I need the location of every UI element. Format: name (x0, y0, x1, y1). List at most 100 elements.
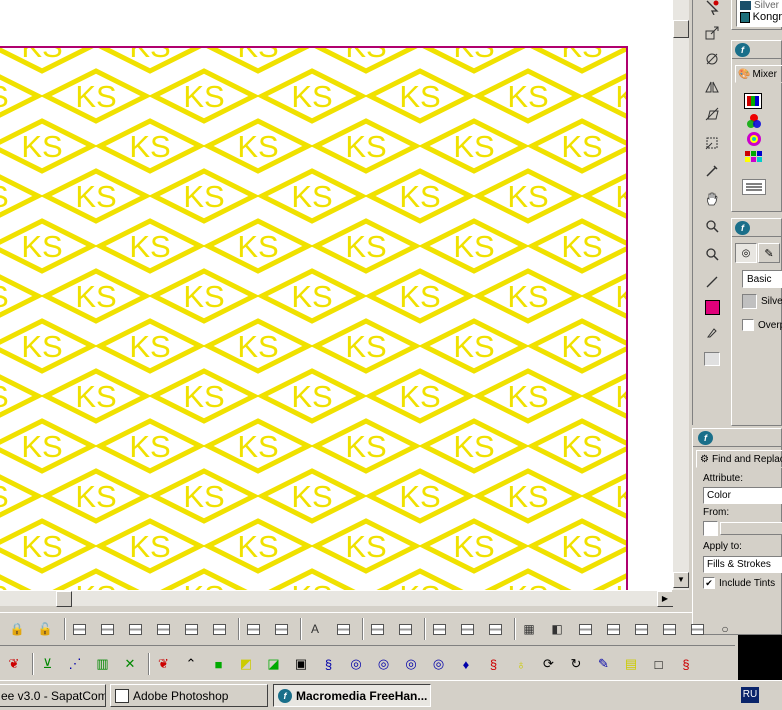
line-icon[interactable] (701, 271, 723, 293)
frame-icon[interactable]: ▣ (291, 654, 311, 674)
circle-icon[interactable]: ○ (716, 620, 734, 638)
transform-icon[interactable] (368, 620, 386, 638)
shadow-icon[interactable]: ♦ (456, 654, 476, 674)
smudge-icon[interactable]: ♁ (511, 654, 531, 674)
rotate-xtra-icon[interactable]: ↻ (566, 654, 586, 674)
object-icon[interactable] (660, 620, 678, 638)
include-tints-checkbox[interactable]: ✔ (703, 577, 715, 589)
align-left-icon[interactable] (70, 620, 88, 638)
fill-swatch[interactable] (701, 296, 723, 318)
split-icon[interactable] (272, 620, 290, 638)
join-icon[interactable] (244, 620, 262, 638)
hand-icon[interactable] (701, 188, 723, 210)
ellipse-a-icon[interactable]: ◎ (346, 654, 366, 674)
swatch-item[interactable]: Kongr (737, 10, 782, 24)
emboss-icon[interactable]: ✕ (120, 654, 140, 674)
white-box-icon[interactable]: □ (649, 654, 669, 674)
chart-icon[interactable]: § (484, 654, 504, 674)
page-area[interactable]: KS KS KS KS KS KS KS KS KS KS KS KS KS KS KS KS KS KS KS KS… (0, 46, 628, 590)
knife-icon[interactable] (701, 322, 723, 344)
reflect-icon[interactable] (701, 75, 723, 97)
color-list-icon[interactable] (742, 179, 766, 195)
ellipse-d-icon[interactable]: ◎ (429, 654, 449, 674)
pen-xtra-icon[interactable]: ✎ (594, 654, 614, 674)
vertical-scrollbar[interactable]: ▼ (672, 0, 689, 590)
zoom-out-icon[interactable] (701, 243, 723, 265)
blend-icon[interactable] (396, 620, 414, 638)
find-replace-titlebar[interactable]: f (693, 429, 781, 447)
mirror-b-icon[interactable]: § (676, 654, 696, 674)
attribute-select[interactable]: Color (703, 487, 782, 504)
fill-color-row[interactable]: Silve (742, 294, 782, 309)
lighten-icon[interactable]: ◪ (264, 654, 284, 674)
spiral-icon[interactable]: § (319, 654, 339, 674)
tab-graphics[interactable]: ⚙ Find and Replace (696, 450, 782, 468)
unlock-icon[interactable]: 🔓 (36, 620, 54, 638)
tab-object[interactable]: ◎ (735, 243, 757, 263)
text-icon[interactable]: A (306, 620, 324, 638)
swatch-icon[interactable]: ◧ (548, 620, 566, 638)
language-indicator[interactable]: RU (741, 687, 759, 703)
arc-icon[interactable]: ⌃ (181, 654, 201, 674)
mask-icon[interactable] (688, 620, 706, 638)
stroke-swatch[interactable] (701, 348, 723, 370)
stack-icon[interactable] (632, 620, 650, 638)
fractalize-icon[interactable]: ⊻ (38, 654, 58, 674)
pointer-icon[interactable] (701, 0, 723, 18)
send-back-icon[interactable] (486, 620, 504, 638)
graph-icon[interactable]: ▥ (93, 654, 113, 674)
from-color-chip[interactable] (703, 521, 718, 536)
eyedropper-icon[interactable] (701, 160, 723, 182)
zoom-icon[interactable] (701, 215, 723, 237)
hls-mode-icon[interactable] (746, 131, 762, 147)
attach-text-icon[interactable] (334, 620, 352, 638)
from-color-select[interactable] (720, 522, 782, 535)
roughen-icon[interactable]: ⋰ (65, 654, 85, 674)
skew-icon[interactable] (701, 103, 723, 125)
mirror-icon[interactable]: ❦ (154, 654, 174, 674)
cmyk-mode-icon[interactable] (744, 93, 762, 109)
arrange-icon[interactable] (576, 620, 594, 638)
table-icon[interactable]: ▤ (621, 654, 641, 674)
scroll-right-button[interactable]: ▶ (657, 591, 673, 607)
include-tints-row[interactable]: ✔ Include Tints (703, 577, 775, 589)
task-photoshop[interactable]: Adobe Photoshop (110, 684, 268, 707)
scale-icon[interactable] (701, 22, 723, 44)
bring-front-icon[interactable] (430, 620, 448, 638)
color-grid-icon[interactable]: ▦ (520, 620, 538, 638)
align-center-icon[interactable] (98, 620, 116, 638)
ellipse-b-icon[interactable]: ◎ (374, 654, 394, 674)
mixer-panel-titlebar[interactable]: f (732, 41, 781, 59)
layers-icon[interactable] (604, 620, 622, 638)
scroll-thumb-vertical[interactable] (673, 20, 689, 38)
tab-stroke[interactable]: ✎ (758, 243, 780, 263)
crop-icon[interactable]: ⟳ (539, 654, 559, 674)
apply-to-select[interactable]: Fills & Strokes (703, 556, 782, 573)
task-freehand[interactable]: f Macromedia FreeHan... (273, 684, 431, 707)
bend-icon[interactable]: ❦ (4, 654, 24, 674)
color-box-icon[interactable]: ■ (209, 654, 229, 674)
move-forward-icon[interactable] (458, 620, 476, 638)
trace-icon[interactable] (701, 132, 723, 154)
horizontal-scrollbar[interactable]: ▶ (0, 590, 689, 607)
lock-icon[interactable]: 🔒 (8, 620, 26, 638)
distribute-icon[interactable] (154, 620, 172, 638)
scroll-down-button[interactable]: ▼ (673, 572, 689, 588)
overprint-row[interactable]: Overp (742, 319, 782, 331)
system-color-icon[interactable] (744, 149, 764, 165)
task-sapatcom[interactable]: ee v3.0 - SapatCom (0, 684, 106, 707)
scroll-thumb-horizontal[interactable] (56, 591, 72, 607)
rgb-mode-icon[interactable] (746, 113, 762, 129)
fill-panel-titlebar[interactable]: f (732, 219, 781, 237)
fill-color-chip[interactable] (742, 294, 757, 309)
overprint-checkbox[interactable] (742, 319, 754, 331)
align-right-icon[interactable] (126, 620, 144, 638)
fill-type-select[interactable]: Basic (742, 270, 782, 288)
ungroup-icon[interactable] (210, 620, 228, 638)
ellipse-c-icon[interactable]: ◎ (401, 654, 421, 674)
rotate-icon[interactable] (701, 48, 723, 70)
swatch-item[interactable]: Silver (737, 0, 782, 11)
tab-mixer[interactable]: 🎨 Mixer (735, 65, 782, 83)
document-canvas[interactable]: KS KS KS KS KS KS KS KS KS KS KS KS KS KS KS KS KS KS KS KS… (0, 0, 672, 590)
group-icon[interactable] (182, 620, 200, 638)
